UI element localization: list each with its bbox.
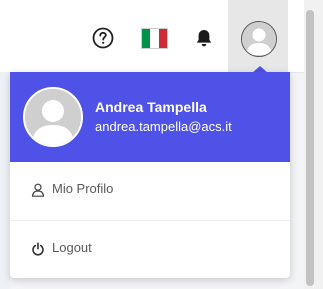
- top-bar: [0, 0, 316, 73]
- menu-item-label: Mio Profilo: [52, 181, 114, 196]
- profile-avatar: [23, 87, 83, 147]
- user-avatar-icon: [25, 89, 81, 145]
- bell-icon[interactable]: [193, 27, 215, 49]
- menu-item-label: Logout: [52, 240, 92, 255]
- power-icon: [31, 241, 45, 256]
- user-avatar-icon: [242, 22, 276, 56]
- flag-stripe-red: [158, 29, 167, 48]
- profile-header: Andrea Tampella andrea.tampella@acs.it: [10, 72, 290, 162]
- avatar-zone: [228, 0, 288, 72]
- user-avatar-button[interactable]: [241, 21, 277, 57]
- user-name: Andrea Tampella: [95, 99, 207, 115]
- flag-stripe-green: [142, 29, 151, 48]
- user-icon: [31, 182, 45, 197]
- menu-item-logout[interactable]: Logout: [10, 221, 290, 278]
- menu-item-mio-profilo[interactable]: Mio Profilo: [10, 162, 290, 220]
- italy-flag-icon[interactable]: [141, 28, 168, 49]
- flag-stripe-white: [150, 29, 159, 48]
- scrollbar-thumb[interactable]: [306, 10, 314, 286]
- page-background: [0, 72, 10, 289]
- help-circle-icon[interactable]: [92, 27, 114, 49]
- user-dropdown-menu: Andrea Tampella andrea.tampella@acs.it M…: [10, 72, 290, 278]
- user-email: andrea.tampella@acs.it: [95, 119, 232, 134]
